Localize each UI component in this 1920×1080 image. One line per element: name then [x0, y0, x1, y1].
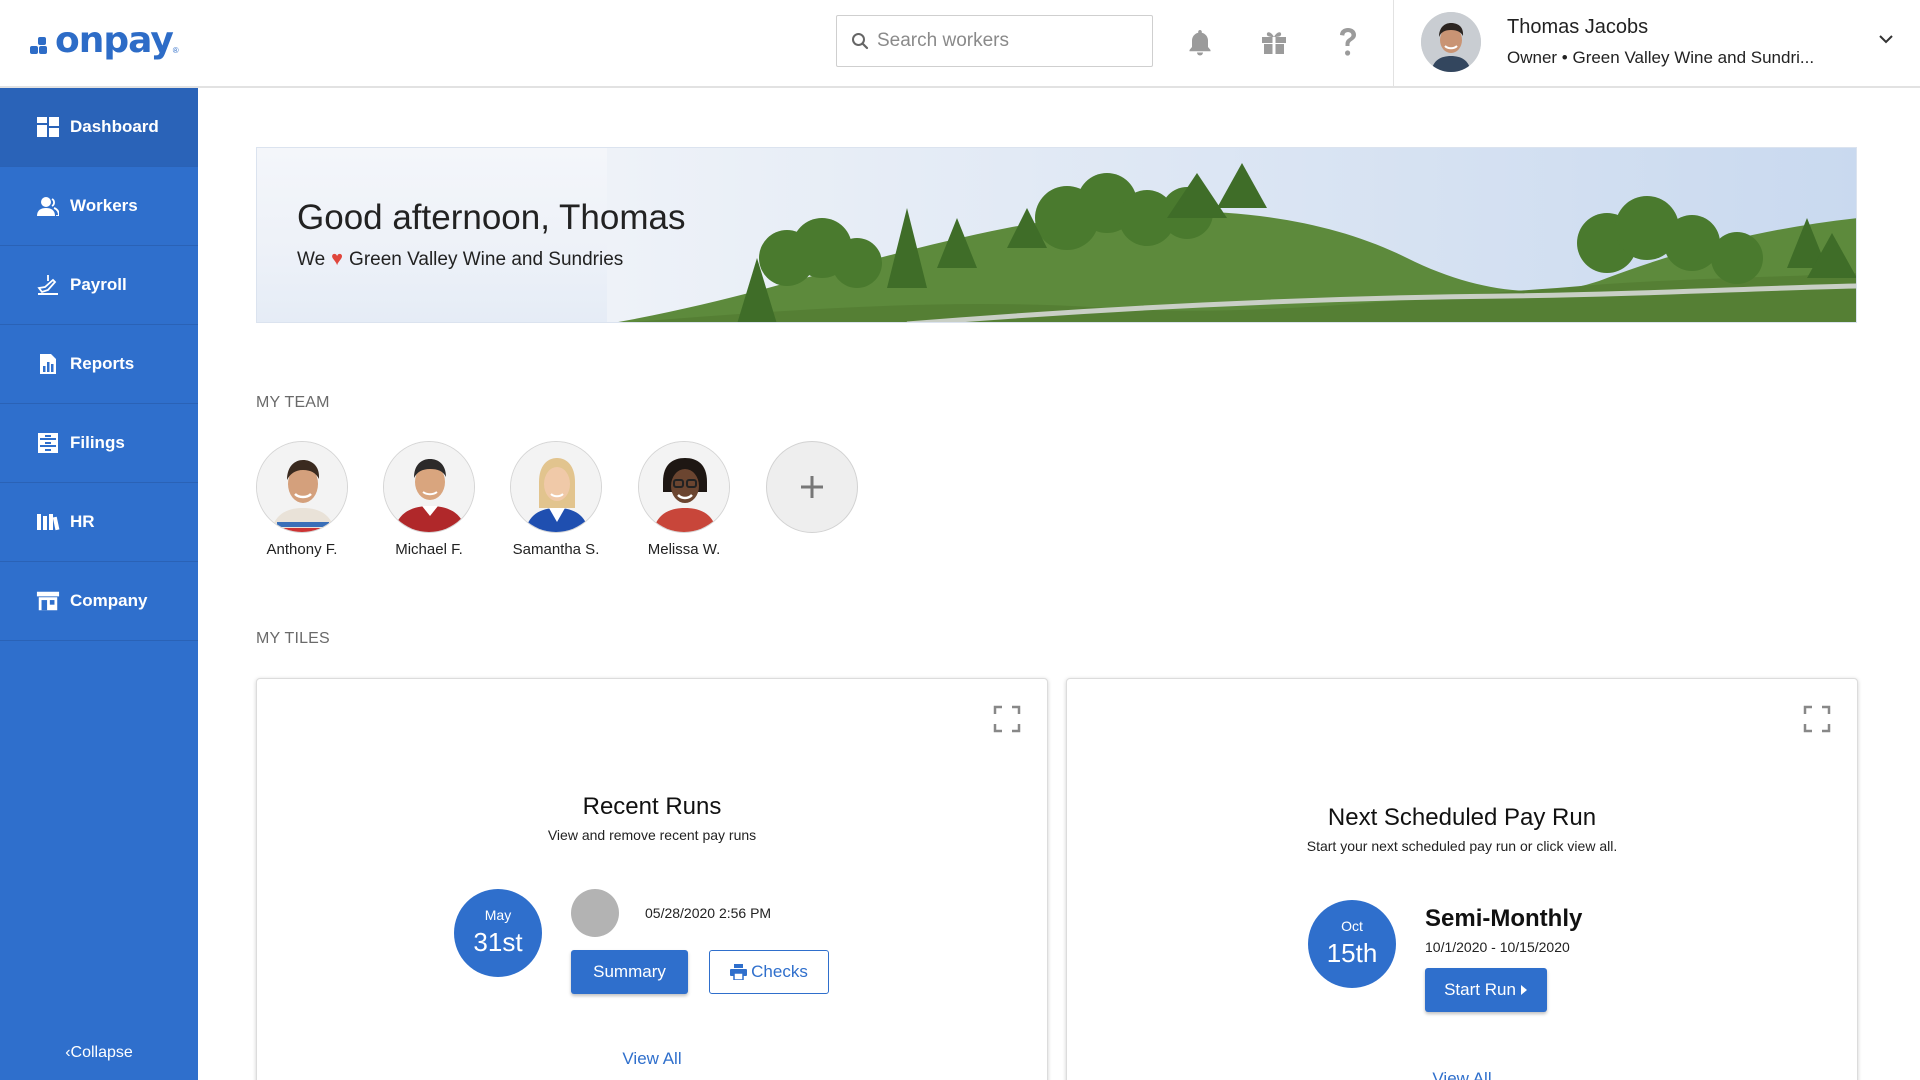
team-member-samantha[interactable]: Samantha S.	[510, 441, 602, 558]
tile-subtitle: View and remove recent pay runs	[547, 827, 757, 843]
sidebar-item-payroll[interactable]: Payroll	[0, 246, 198, 325]
sidebar-item-label: Reports	[70, 354, 135, 373]
bell-icon	[1189, 30, 1211, 56]
run-timestamp: 05/28/2020 2:56 PM	[645, 905, 772, 921]
chevron-down-icon	[1879, 35, 1893, 44]
top-bar: onpay ® Thomas Jacobs Owner • Green Vall…	[0, 0, 1920, 88]
user-role: Owner • Green Valley Wine and Sundri...	[1507, 48, 1815, 67]
sidebar-item-label: Filings	[70, 433, 125, 452]
sidebar-item-label: Workers	[70, 196, 138, 215]
expand-icon	[993, 705, 1021, 733]
sidebar-item-label: Payroll	[70, 275, 127, 294]
header-divider	[1393, 0, 1394, 86]
team-member-anthony[interactable]: Anthony F.	[256, 441, 348, 558]
sidebar-item-label: Dashboard	[70, 117, 159, 136]
logo-mark-icon	[30, 27, 52, 55]
start-run-label: Start Run	[1444, 980, 1516, 999]
tile-title: Recent Runs	[582, 793, 722, 820]
pay-date-day: 15th	[1326, 938, 1378, 968]
reports-icon	[36, 352, 60, 376]
sidebar-item-workers[interactable]: Workers	[0, 167, 198, 246]
welcome-banner: Good afternoon, Thomas We ♥ Green Valley…	[256, 147, 1857, 323]
team-member-michael[interactable]: Michael F.	[383, 441, 475, 558]
caret-right-icon	[1520, 985, 1527, 995]
next-pay-date-badge: Oct 15th	[1308, 900, 1396, 988]
tile-title: Next Scheduled Pay Run	[1327, 804, 1597, 831]
user-name: Thomas Jacobs	[1507, 16, 1649, 38]
dashboard-icon	[36, 115, 60, 139]
sidebar-item-reports[interactable]: Reports	[0, 325, 198, 404]
forest-hills-illustration	[607, 148, 1856, 322]
pay-date-month: May	[484, 907, 512, 923]
next-pay-run-tile: Next Scheduled Pay Run Start your next s…	[1066, 678, 1858, 1080]
avatar	[256, 441, 348, 533]
pay-date-day: 31st	[473, 927, 523, 957]
sidebar-item-label: Company	[70, 591, 148, 610]
collapse-label: Collapse	[70, 1044, 133, 1061]
team-member-melissa[interactable]: Melissa W.	[638, 441, 730, 558]
checks-button[interactable]: Checks	[709, 950, 829, 994]
tagline-company: Green Valley Wine and Sundries	[349, 248, 624, 270]
printer-icon	[730, 964, 748, 980]
my-team-label: MY TEAM	[256, 394, 330, 411]
tile-subtitle: Start your next scheduled pay run or cli…	[1306, 838, 1618, 854]
team-member-name: Melissa W.	[647, 541, 721, 558]
sidebar-item-company[interactable]: Company	[0, 562, 198, 641]
my-tiles-label: MY TILES	[256, 630, 330, 647]
logo-text: onpay	[55, 20, 174, 61]
gifts-button[interactable]	[1256, 24, 1292, 60]
run-avatar	[571, 889, 619, 937]
logo-registered-mark: ®	[172, 46, 179, 55]
checks-label: Checks	[751, 962, 808, 981]
recent-runs-tile: Recent Runs View and remove recent pay r…	[256, 678, 1048, 1080]
sidebar-item-hr[interactable]: HR	[0, 483, 198, 562]
plus-icon	[801, 476, 823, 498]
sidebar: Dashboard Workers Payroll Reports Filing…	[0, 88, 198, 1080]
expand-tile-button[interactable]	[1803, 705, 1831, 733]
pay-frequency: Semi-Monthly	[1425, 905, 1583, 932]
pay-date-month: Oct	[1341, 918, 1363, 934]
tagline-prefix: We	[297, 248, 326, 270]
expand-icon	[1803, 705, 1831, 733]
workers-icon	[36, 194, 60, 218]
notifications-button[interactable]	[1182, 24, 1218, 60]
onpay-logo[interactable]: onpay ®	[30, 20, 179, 61]
payroll-icon	[36, 273, 60, 297]
expand-tile-button[interactable]	[993, 705, 1021, 733]
avatar	[638, 441, 730, 533]
help-icon	[1340, 28, 1356, 56]
pay-date-badge: May 31st	[454, 889, 542, 977]
heart-icon: ♥	[331, 248, 344, 270]
team-member-name: Samantha S.	[512, 541, 600, 558]
avatar	[383, 441, 475, 533]
avatar	[510, 441, 602, 533]
company-tagline: We ♥ Green Valley Wine and Sundries	[297, 248, 623, 271]
filings-icon	[36, 431, 60, 455]
pay-period: 10/1/2020 - 10/15/2020	[1425, 939, 1570, 955]
team-member-name: Michael F.	[395, 541, 463, 558]
user-avatar[interactable]	[1421, 12, 1481, 72]
add-team-member-button[interactable]	[766, 441, 858, 533]
search-box[interactable]	[836, 15, 1153, 67]
sidebar-item-label: HR	[70, 512, 95, 531]
search-input[interactable]	[877, 30, 1137, 52]
sidebar-item-filings[interactable]: Filings	[0, 404, 198, 483]
hr-icon	[36, 510, 60, 534]
help-button[interactable]	[1330, 24, 1366, 60]
team-member-name: Anthony F.	[266, 541, 338, 558]
greeting-heading: Good afternoon, Thomas	[297, 198, 686, 237]
sidebar-item-dashboard[interactable]: Dashboard	[0, 88, 198, 167]
view-all-link[interactable]: View All	[1067, 1069, 1857, 1080]
account-menu-toggle[interactable]	[1878, 30, 1894, 55]
search-icon	[852, 33, 869, 50]
start-run-button[interactable]: Start Run	[1425, 968, 1547, 1012]
company-icon	[36, 589, 60, 613]
summary-button[interactable]: Summary	[571, 950, 688, 994]
collapse-sidebar-button[interactable]: ‹Collapse	[0, 1044, 198, 1062]
view-all-link[interactable]: View All	[257, 1049, 1047, 1069]
gift-icon	[1262, 32, 1286, 54]
